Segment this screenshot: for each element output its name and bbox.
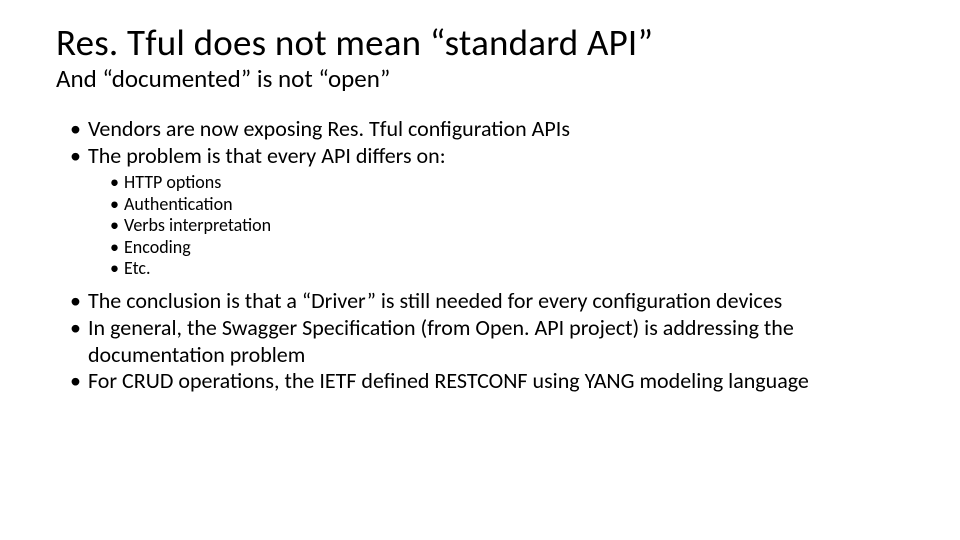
sub-bullet-list: HTTP options Authentication Verbs interp…: [74, 172, 904, 280]
list-item: Authentication: [110, 194, 904, 216]
list-item: Etc.: [110, 258, 904, 280]
list-item: Verbs interpretation: [110, 215, 904, 237]
list-item: For CRUD operations, the IETF defined RE…: [74, 368, 904, 395]
list-item: Encoding: [110, 237, 904, 259]
list-item: The problem is that every API differs on…: [74, 143, 904, 170]
slide-subtitle: And “documented” is not “open”: [56, 65, 904, 93]
list-item: In general, the Swagger Specification (f…: [74, 315, 904, 369]
slide-title: Res. Tful does not mean “standard API”: [56, 24, 904, 63]
bullet-list: Vendors are now exposing Res. Tful confi…: [56, 116, 904, 395]
list-item: The conclusion is that a “Driver” is sti…: [74, 288, 904, 315]
list-item: HTTP options: [110, 172, 904, 194]
slide: Res. Tful does not mean “standard API” A…: [0, 0, 960, 540]
list-item: Vendors are now exposing Res. Tful confi…: [74, 116, 904, 143]
